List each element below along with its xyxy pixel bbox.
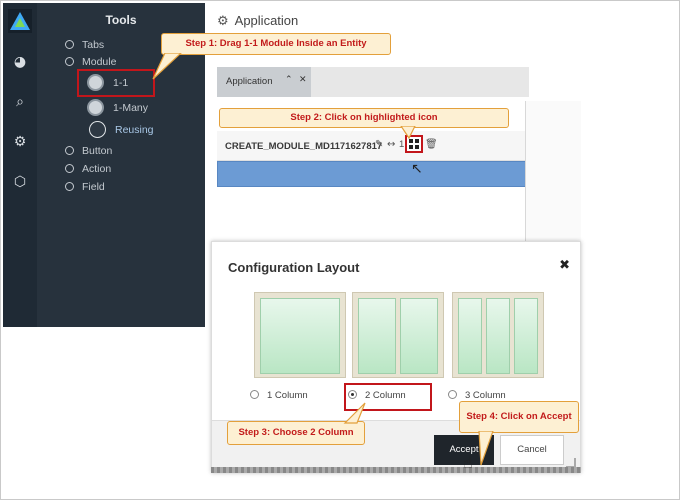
- layout-column: [400, 298, 438, 374]
- module-body-selected[interactable]: [217, 161, 529, 187]
- callout-pointer-3: [343, 402, 366, 424]
- dialog-title: Configuration Layout: [228, 260, 360, 275]
- radio-icon: [250, 390, 259, 399]
- gear-icon: ⚙: [217, 14, 229, 29]
- move-icon[interactable]: ↔: [387, 139, 395, 150]
- layout-column: [458, 298, 482, 374]
- radio-selected-icon: [348, 390, 357, 399]
- circle-icon: [65, 164, 74, 173]
- bottom-scroll-strip: [211, 467, 581, 473]
- settings-icon[interactable]: ⚙: [11, 133, 29, 151]
- layout-column: [486, 298, 510, 374]
- tool-module-1-many-label: 1-Many: [113, 102, 149, 114]
- layout-column: [358, 298, 396, 374]
- radio-icon: [448, 390, 457, 399]
- radio-1-column[interactable]: 1 Column: [250, 390, 308, 401]
- tool-action-label: Action: [82, 163, 112, 175]
- callout-step-1: Step 1: Drag 1-1 Module Inside an Entity: [161, 33, 391, 55]
- module-1-many-icon: [87, 99, 104, 116]
- layout-1-column-card[interactable]: [254, 292, 346, 378]
- layers-icon[interactable]: ⬡: [11, 173, 29, 191]
- radio-3-column[interactable]: 3 Column: [448, 390, 506, 401]
- callout-pointer-4: [478, 431, 494, 466]
- tool-module-1-1-label: 1-1: [113, 77, 129, 89]
- callout-step-4: Step 4: Click on Accept: [459, 401, 579, 433]
- hand-cursor-icon: ☝: [463, 453, 473, 472]
- module-row: CREATE_MODULE_MD1171627817 ✎ ↔ 1 🗑: [217, 131, 529, 161]
- tool-module[interactable]: Module: [65, 56, 116, 68]
- layout-column: [514, 298, 538, 374]
- layout-2-column-card[interactable]: [352, 292, 444, 378]
- circle-icon: [65, 40, 74, 49]
- circle-icon: [65, 146, 74, 155]
- radio-3-column-label: 3 Column: [465, 390, 506, 401]
- icon-sidebar: ◕ ⌕ ⚙ ⬡: [3, 3, 37, 327]
- circle-icon: [65, 57, 74, 66]
- tool-action[interactable]: Action: [65, 163, 111, 175]
- tool-tabs[interactable]: Tabs: [65, 39, 104, 51]
- search-icon[interactable]: ⌕: [11, 93, 29, 111]
- tool-module-reusing[interactable]: Reusing: [115, 124, 154, 136]
- layout-column: [260, 298, 340, 374]
- radio-2-column-label: 2 Column: [365, 390, 406, 401]
- callout-step-2: Step 2: Click on highlighted icon: [219, 108, 509, 128]
- radio-2-column[interactable]: 2 Column: [348, 390, 406, 401]
- circle-icon: [65, 182, 74, 191]
- mouse-cursor-icon: ↖: [411, 161, 423, 177]
- tools-title: Tools: [105, 13, 137, 27]
- tool-module-label: Module: [82, 56, 117, 68]
- tool-tabs-label: Tabs: [82, 39, 105, 51]
- tool-module-reusing-label: Reusing: [115, 124, 154, 136]
- module-suffix: 1: [399, 139, 405, 150]
- delete-icon[interactable]: 🗑: [425, 139, 438, 150]
- layout-3-column-card[interactable]: [452, 292, 544, 378]
- tab-strip: Application ⌃ ✕: [217, 67, 529, 97]
- tab-application-label: Application: [226, 76, 273, 87]
- dialog-close-icon[interactable]: ✖: [559, 258, 570, 273]
- panel-edge: [525, 101, 581, 241]
- tool-module-1-many[interactable]: 1-Many: [113, 102, 148, 114]
- module-1-1-icon: [87, 74, 104, 91]
- screenshot-frame: ◕ ⌕ ⚙ ⬡ Tools Tabs Module 1-1 1-Many Reu…: [0, 0, 680, 500]
- edit-icon[interactable]: ✎: [375, 139, 383, 150]
- callout-pointer-2: [400, 126, 416, 140]
- dashboard-icon[interactable]: ◕: [11, 53, 29, 71]
- tool-field-label: Field: [82, 181, 105, 193]
- close-icon[interactable]: ✕: [299, 74, 307, 85]
- tool-module-1-1[interactable]: 1-1: [113, 77, 128, 89]
- tab-application[interactable]: Application ⌃ ✕: [217, 67, 311, 97]
- cancel-button[interactable]: Cancel: [500, 435, 564, 465]
- application-heading: ⚙ Application: [217, 13, 298, 29]
- tool-button[interactable]: Button: [65, 145, 112, 157]
- recycle-icon: [89, 121, 106, 138]
- module-name: CREATE_MODULE_MD1171627817: [225, 141, 383, 152]
- application-title: Application: [234, 13, 299, 28]
- radio-1-column-label: 1 Column: [267, 390, 308, 401]
- tool-button-label: Button: [82, 145, 113, 157]
- tool-field[interactable]: Field: [65, 181, 105, 193]
- app-logo-icon: [8, 9, 32, 33]
- collapse-icon[interactable]: ⌃: [285, 74, 293, 85]
- callout-pointer-1: [152, 53, 182, 80]
